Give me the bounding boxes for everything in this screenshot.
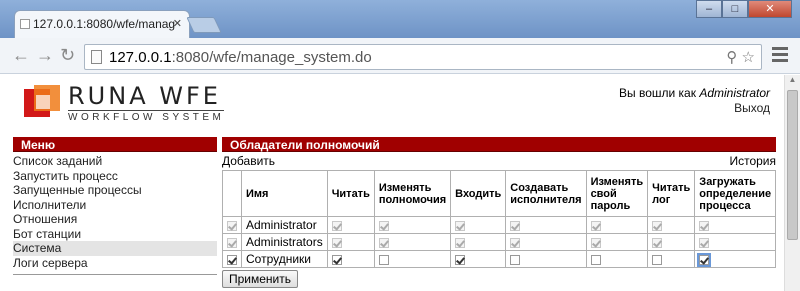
browser-titlebar: 127.0.0.1:8080/wfe/manag ✕ ‒ □ ✕	[0, 0, 800, 39]
permission-checkbox[interactable]	[378, 254, 389, 265]
logo-subtitle: WORKFLOW SYSTEM	[68, 109, 225, 123]
permission-checkbox[interactable]	[331, 254, 342, 265]
page-favicon-icon	[20, 19, 30, 29]
permission-checkbox	[510, 237, 521, 248]
menu-title: Меню	[13, 137, 217, 152]
window-controls: ‒ □ ✕	[696, 0, 792, 18]
permission-checkbox[interactable]	[697, 252, 712, 267]
permission-checkbox	[652, 220, 663, 231]
apply-button[interactable]: Применить	[222, 270, 299, 288]
select-column-header	[222, 170, 242, 217]
page-icon	[91, 50, 102, 64]
address-bar[interactable]: 127.0.0.1:8080/wfe/manage_system.do ⚲ ☆	[84, 44, 762, 70]
permission-checkbox	[699, 237, 710, 248]
permission-checkbox	[510, 220, 521, 231]
forward-arrow-icon[interactable]: →	[36, 46, 54, 64]
actions-bar: Добавить История	[222, 154, 776, 169]
menu-item[interactable]: Запущенные процессы	[13, 183, 217, 198]
menu-item[interactable]: Система	[13, 241, 217, 256]
permission-checkbox[interactable]	[510, 254, 521, 265]
column-header: Имя	[241, 170, 328, 217]
add-link[interactable]: Добавить	[222, 154, 275, 168]
column-header: Создавать исполнителя	[505, 170, 587, 217]
menu-list: Список заданий Запустить процесс Запущенны…	[13, 154, 217, 270]
table-row: Сотрудники	[222, 250, 777, 268]
permission-checkbox	[590, 237, 601, 248]
permission-checkbox	[590, 220, 601, 231]
permission-checkbox	[331, 237, 342, 248]
column-header: Загружать определение процесса	[694, 170, 777, 217]
scroll-up-icon[interactable]: ▲	[785, 75, 800, 89]
menu-item[interactable]: Исполнители	[13, 198, 217, 213]
browser-menu-icon[interactable]	[772, 47, 788, 65]
permission-checkbox[interactable]	[590, 254, 601, 265]
minimize-icon[interactable]: ‒	[696, 0, 722, 18]
table-body: Administrator Administrators Сотрудники	[222, 216, 777, 268]
permission-checkbox[interactable]	[455, 254, 466, 265]
row-select-checkbox	[227, 220, 237, 231]
page: RUNA WFE WORKFLOW SYSTEM Вы вошли как Ad…	[0, 75, 784, 291]
browser-tab[interactable]: 127.0.0.1:8080/wfe/manag ✕	[14, 10, 190, 39]
logo-mark-icon	[24, 85, 60, 121]
menu-item[interactable]: Запустить процесс	[13, 169, 217, 184]
close-tab-icon[interactable]: ✕	[173, 17, 182, 30]
column-header: Изменять свой пароль	[585, 170, 649, 217]
table-row: Administrator	[222, 216, 777, 234]
reload-icon[interactable]: ↻	[60, 46, 75, 64]
main-content: Обладатели полномочий Добавить История И…	[222, 137, 777, 288]
permissions-table: Имя Читать Изменять полномочия Входить Созда…	[222, 170, 777, 268]
logout-link[interactable]: Выход	[619, 101, 770, 116]
permission-checkbox	[455, 237, 466, 248]
user-info: Вы вошли как Administrator Выход	[619, 86, 770, 116]
sidebar-menu: Меню Список заданий Запустить процесс Запу…	[13, 137, 217, 275]
permission-checkbox	[652, 237, 663, 248]
logged-in-label: Вы вошли как	[618, 86, 700, 100]
scroll-thumb[interactable]	[787, 90, 798, 240]
row-select-checkbox[interactable]	[227, 254, 237, 265]
history-link[interactable]: История	[729, 154, 776, 168]
back-arrow-icon[interactable]: ←	[12, 46, 30, 64]
menu-item[interactable]: Отношения	[13, 212, 217, 227]
zoom-search-icon[interactable]: ⚲ ☆	[726, 48, 755, 66]
new-tab-button[interactable]	[186, 17, 222, 33]
executor-name: Administrators	[241, 233, 328, 251]
url-text[interactable]: 127.0.0.1:8080/wfe/manage_system.do	[109, 49, 372, 66]
bookmark-star-icon[interactable]: ☆	[742, 49, 755, 66]
table-row: Administrators	[222, 233, 777, 251]
menu-item[interactable]: Логи сервера	[13, 256, 217, 271]
menu-item[interactable]: Список заданий	[13, 154, 217, 169]
permission-checkbox	[378, 220, 389, 231]
maximize-icon[interactable]: □	[722, 0, 748, 18]
runa-logo[interactable]: RUNA WFE WORKFLOW SYSTEM	[24, 81, 225, 125]
close-window-icon[interactable]: ✕	[748, 0, 792, 18]
permission-checkbox	[455, 220, 466, 231]
page-title: Обладатели полномочий	[222, 137, 776, 152]
column-header: Читать	[326, 170, 375, 217]
row-select-checkbox	[227, 237, 237, 248]
menu-divider	[13, 274, 217, 275]
column-header: Читать лог	[647, 170, 696, 217]
executor-name: Сотрудники	[241, 250, 328, 268]
page-scrollbar[interactable]: ▲	[784, 75, 800, 291]
browser-toolbar: ← → ↻ 127.0.0.1:8080/wfe/manage_system.d…	[0, 38, 800, 74]
tab-title: 127.0.0.1:8080/wfe/manag	[33, 17, 176, 31]
permission-checkbox	[378, 237, 389, 248]
permission-checkbox[interactable]	[652, 254, 663, 265]
user-name: Administrator	[699, 86, 770, 100]
table-header-row: Имя Читать Изменять полномочия Входить Созда…	[222, 170, 777, 217]
column-header: Изменять полномочия	[373, 170, 452, 217]
permission-checkbox	[699, 220, 710, 231]
permission-checkbox	[331, 220, 342, 231]
logo-title: RUNA WFE	[68, 81, 221, 110]
executor-name: Administrator	[241, 216, 328, 234]
menu-item[interactable]: Бот станции	[13, 227, 217, 242]
column-header: Входить	[450, 170, 507, 217]
